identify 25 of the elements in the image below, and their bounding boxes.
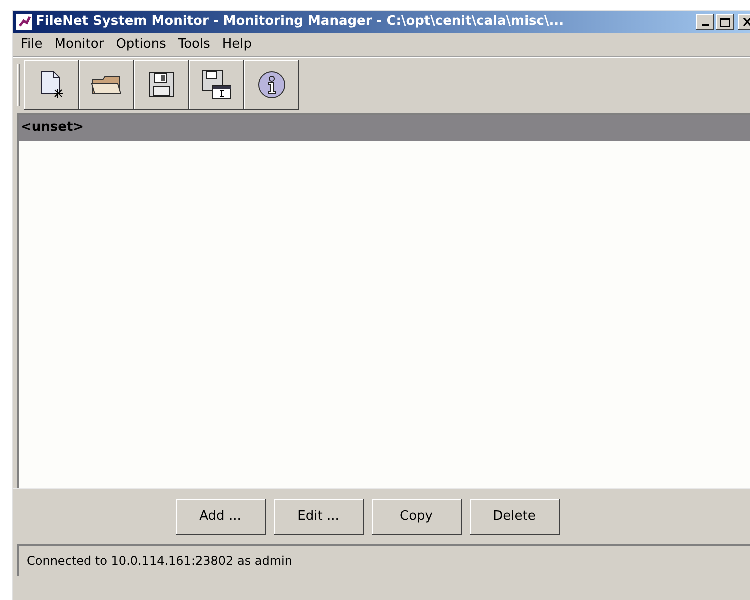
menu-item[interactable]: Tools [172,34,216,54]
close-icon [742,18,750,26]
list-header: <unset> [19,115,750,141]
new-document-icon [40,70,64,98]
action-button[interactable]: Copy [372,498,462,534]
folder-icon [90,74,122,96]
toolbar-button[interactable] [24,60,79,110]
minimize-button[interactable] [696,14,714,30]
toolbar-button[interactable] [244,60,299,110]
toolbar-button[interactable] [189,60,244,110]
menu-item[interactable]: Help [216,34,258,54]
toolbar-button[interactable] [79,60,134,110]
menu-item[interactable]: Monitor [48,34,110,54]
menu-item[interactable]: File [15,34,49,54]
action-button[interactable]: Edit ... [274,498,364,534]
menu-item[interactable]: Options [110,34,172,54]
maximize-button[interactable] [716,14,734,30]
toolbar-button[interactable] [134,60,189,110]
action-button[interactable]: Add ... [176,498,266,534]
window-title: FileNet System Monitor - Monitoring Manager - C:\opt\cenit\cala\misc\... [36,13,564,32]
app-icon [16,14,32,30]
floppy-window-icon [202,70,232,100]
status-text: Connected to 10.0.114.161:23802 as admin [27,553,292,570]
info-icon [256,70,286,100]
action-button[interactable]: Delete [470,498,560,534]
